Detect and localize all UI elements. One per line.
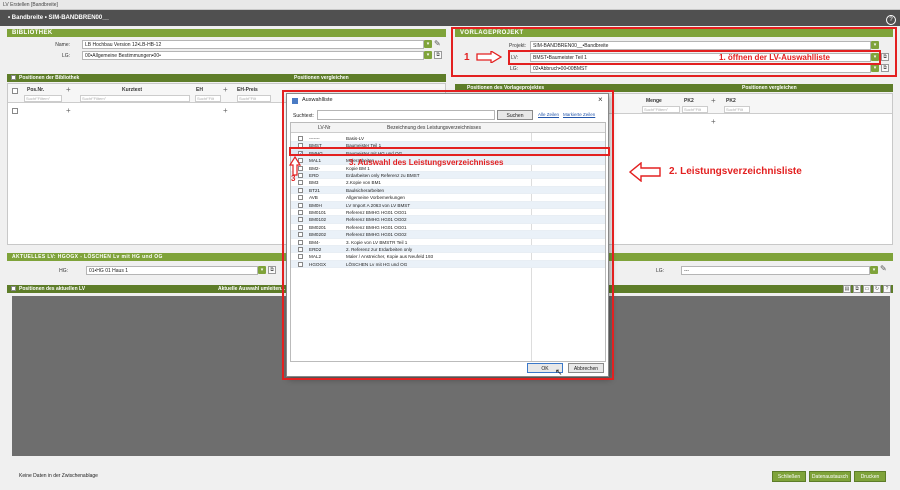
filter-eh[interactable]: Suchf"Filt	[195, 95, 221, 102]
col-menge[interactable]: Menge	[646, 98, 662, 104]
aktuell-lg-field[interactable]: ---	[681, 266, 870, 275]
aktuell-lg-label: LG:	[655, 268, 664, 274]
copy-icon[interactable]: ⧉	[268, 266, 276, 274]
add-row-icon-2[interactable]: +	[223, 106, 228, 115]
bib-lg-dropdown[interactable]: ▾	[424, 51, 432, 59]
bib-positions-header: Positionen der Bibliothek	[7, 74, 446, 82]
print-button[interactable]: Drucken	[854, 471, 886, 482]
aktuell-hg-label: HG:	[59, 268, 68, 274]
close-button[interactable]: Schließen	[772, 471, 806, 482]
vorlage-compare-header: Positionen vergleichen	[742, 85, 797, 91]
bib-positions-checkbox[interactable]	[11, 75, 16, 80]
refresh-icon[interactable]: ↻	[873, 285, 881, 293]
folder-icon[interactable]: ▭	[863, 285, 871, 293]
data-exchange-button[interactable]: Datenaustausch	[809, 471, 851, 482]
aktuell-positions-checkbox[interactable]	[11, 286, 16, 291]
col-posnr[interactable]: Pos.Nr.	[27, 87, 44, 93]
bib-compare-header: Positionen vergleichen	[294, 75, 349, 81]
filter-menge[interactable]: Suchf"Filtern"	[642, 106, 680, 113]
bib-name-label: Name:	[55, 42, 70, 48]
add-icon[interactable]: +	[66, 85, 71, 94]
help-icon[interactable]: ?	[883, 285, 891, 293]
window-title: LV Erstellen [Bandbreite]	[0, 0, 900, 10]
annotation-box-row	[289, 147, 610, 156]
aktuell-hg-dropdown[interactable]: ▾	[258, 266, 266, 274]
col-pk2-b[interactable]: PK2	[726, 98, 736, 104]
annotation-box-dialog	[282, 90, 614, 380]
edit-icon[interactable]: ✎	[880, 264, 887, 273]
arrow-right-icon	[476, 51, 502, 63]
bib-name-dropdown[interactable]: ▾	[424, 40, 432, 48]
filter-pk2[interactable]: Suchf"Filt	[682, 106, 708, 113]
help-icon[interactable]: ?	[886, 15, 896, 25]
col-pk2[interactable]: PK2	[684, 98, 694, 104]
filter-kurztext[interactable]: Suchf"Filtern"	[80, 95, 190, 102]
aktuell-lg-dropdown[interactable]: ▾	[870, 266, 878, 274]
bibliothek-header: BIBLIOTHEK	[7, 29, 446, 37]
bib-row-checkbox[interactable]	[12, 108, 18, 114]
bib-lg-field[interactable]: 00•Allgemeine Bestimmungen•00•	[82, 51, 424, 60]
annotation-2-text: 2. Leistungsverzeichnisliste	[669, 166, 802, 177]
toolbar-icon-b[interactable]: ⧉	[853, 285, 861, 293]
arrow-up-icon	[289, 156, 301, 176]
annotation-3-num: 3	[291, 174, 296, 183]
add-row-icon[interactable]: +	[711, 117, 716, 126]
status-text: Keine Daten in der Zwischenablage	[19, 473, 98, 479]
filter-posnr[interactable]: Suchf"Filtern"	[24, 95, 62, 102]
annotation-1-num: 1	[464, 52, 470, 63]
col-eh[interactable]: EH	[196, 87, 203, 93]
aktuell-hg-field[interactable]: 01•HG 01 Haus 1	[86, 266, 258, 275]
annotation-1-text: 1. öffnen der LV-Auswahlliste	[719, 53, 830, 62]
col-kurztext[interactable]: Kurztext	[122, 87, 142, 93]
filter-ehpreis[interactable]: Suchf"Filt	[237, 95, 271, 102]
bib-name-field[interactable]: LB Hochbau Version 12•LB-HB-12	[82, 40, 424, 49]
edit-icon[interactable]: ✎	[434, 39, 441, 48]
copy-icon[interactable]: ⧉	[434, 51, 442, 59]
arrow-left-icon	[629, 162, 661, 182]
col-eh-preis[interactable]: EH-Preis	[237, 87, 258, 93]
toolbar-icon-a[interactable]: ▤	[843, 285, 851, 293]
filter-pk2-b[interactable]: Suchf"Filt	[724, 106, 750, 113]
add-icon-2[interactable]: +	[223, 85, 228, 94]
add-icon[interactable]: +	[711, 96, 716, 105]
bib-select-all[interactable]	[12, 88, 18, 94]
bib-lg-label: LG:	[61, 53, 70, 59]
annotation-3-text: 3. Auswahl des Leistungsverzeichnisses	[349, 158, 504, 167]
aktuell-selection-header: Aktuelle Auswahl umleiten...	[218, 286, 286, 292]
app-title: • Bandbreite • SIM-BANDBREN00__	[0, 10, 900, 26]
add-row-icon[interactable]: +	[66, 106, 71, 115]
